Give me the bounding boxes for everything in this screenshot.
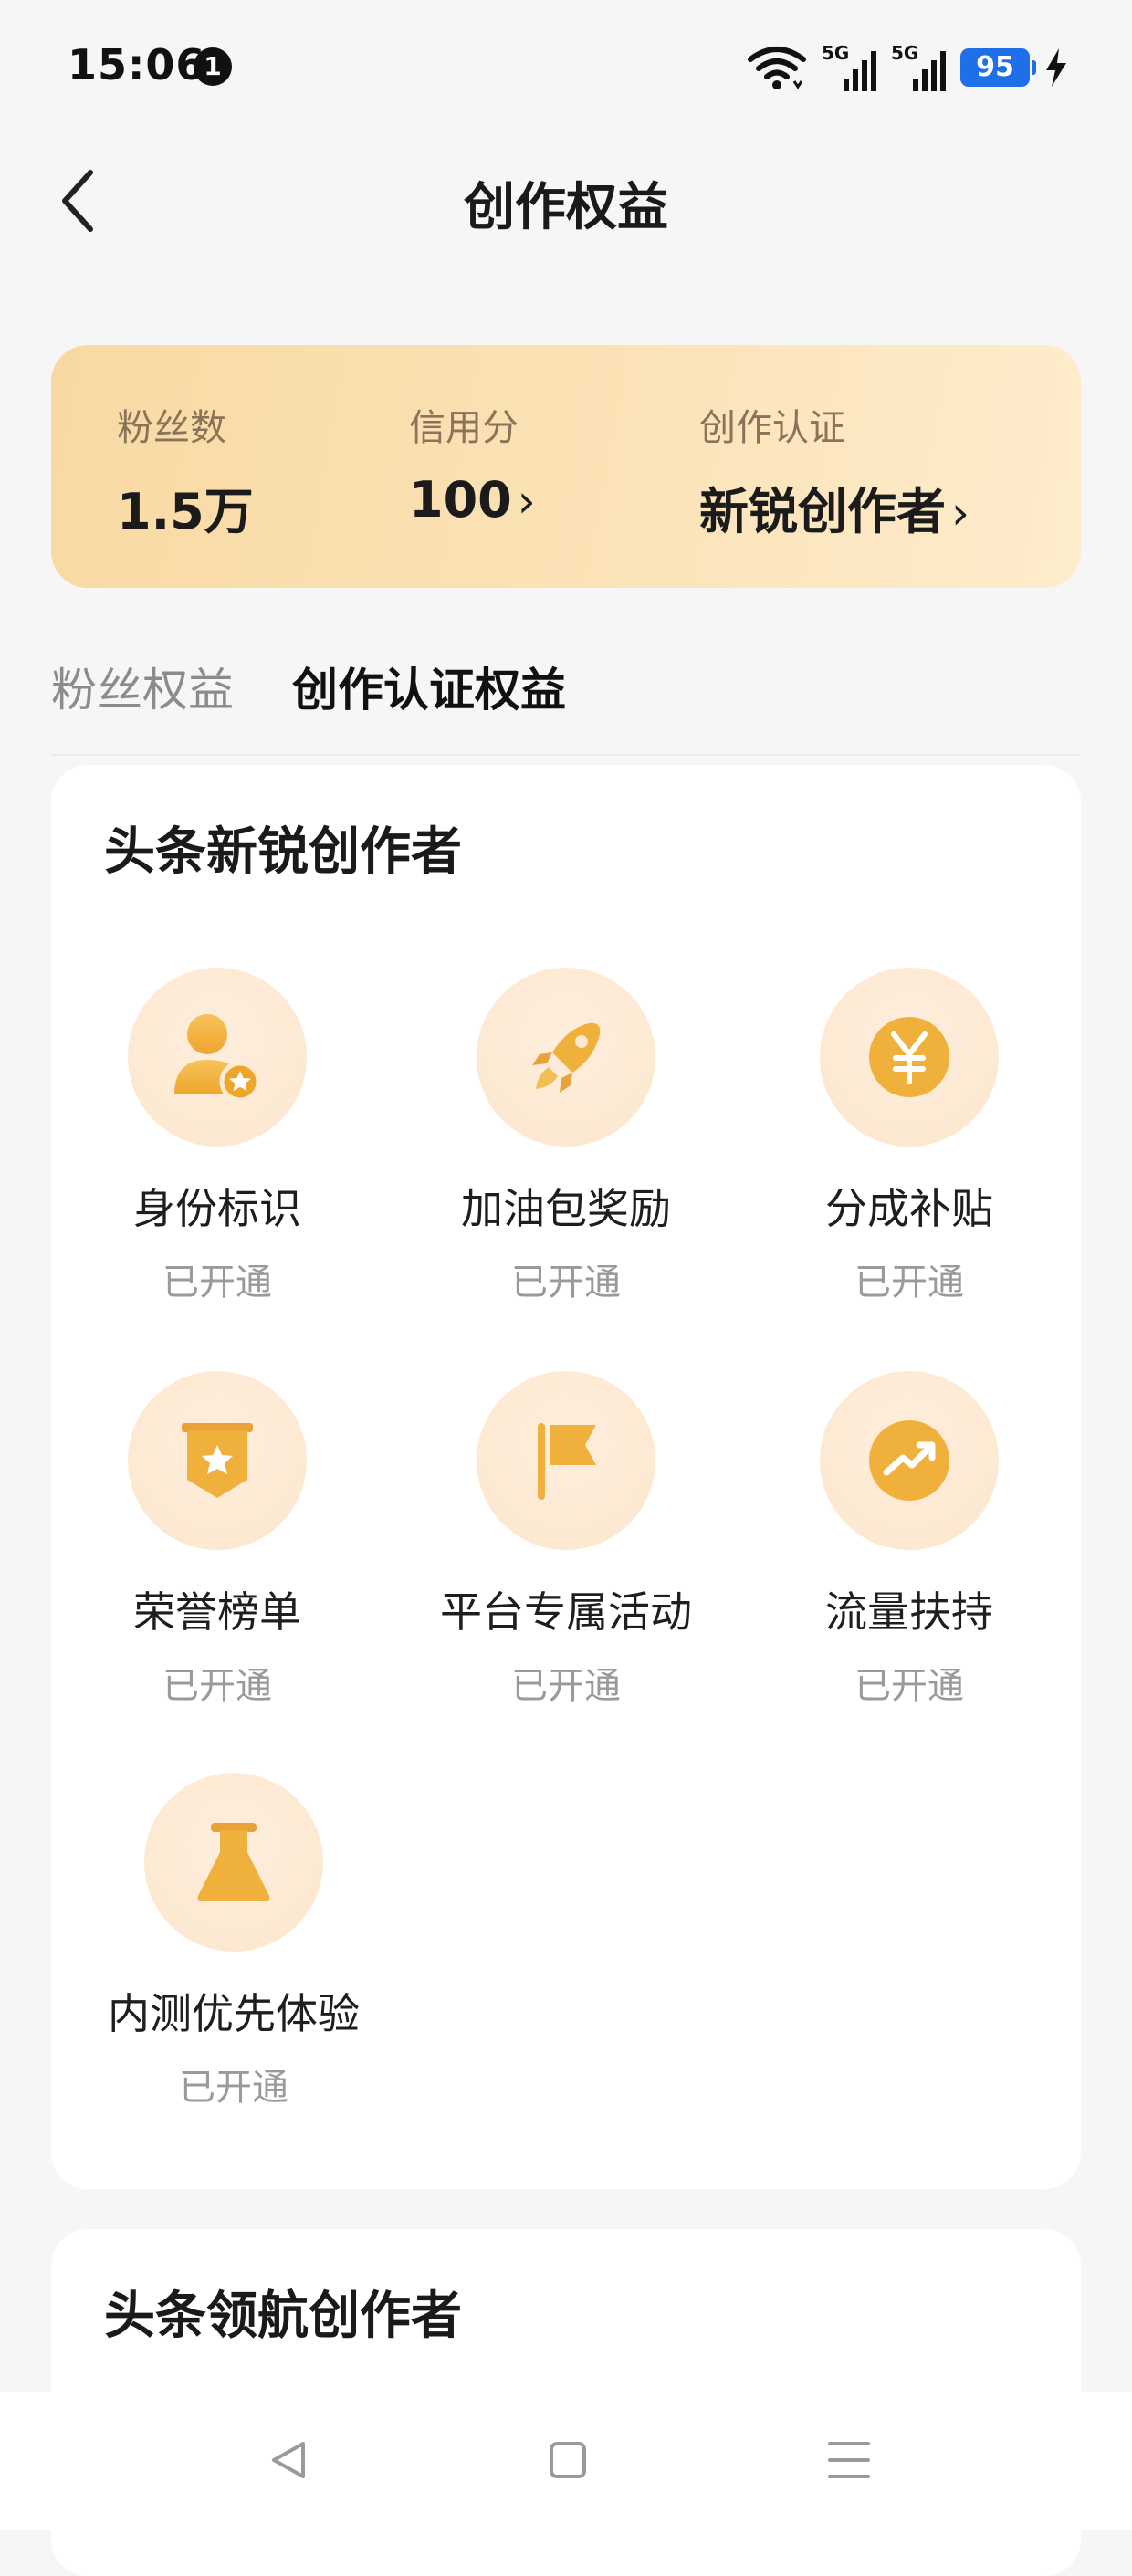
benefit-icon-bg <box>477 1371 655 1550</box>
stat-credit[interactable]: 信用分 100 › <box>409 398 536 529</box>
chevron-right-icon: › <box>517 475 536 528</box>
credit-value-row: 100 › <box>409 471 536 529</box>
menu-lines-icon <box>828 2442 870 2478</box>
benefit-icon-bg <box>820 968 999 1147</box>
stats-card: 粉丝数 1.5万 信用分 100 › 创作认证 新锐创作者 › <box>51 345 1081 588</box>
benefit-label: 平台专属活动 <box>440 1587 692 1637</box>
nav-home-button[interactable] <box>531 2428 604 2492</box>
status-time: 15:06 <box>68 40 206 89</box>
benefit-label: 加油包奖励 <box>461 1184 671 1233</box>
tab-certification-benefits[interactable]: 创作认证权益 <box>292 654 566 719</box>
benefit-status: 已开通 <box>162 1262 272 1304</box>
fans-value: 1.5万 <box>117 483 254 540</box>
flag-icon <box>538 1423 596 1500</box>
benefit-exclusive-events[interactable]: 平台专属活动 已开通 <box>411 1371 721 1709</box>
yuan-coin-icon <box>869 1017 949 1097</box>
benefit-status: 已开通 <box>511 1665 621 1707</box>
tab-fan-benefits[interactable]: 粉丝权益 <box>51 654 234 719</box>
section-title: 头条新锐创作者 <box>104 822 462 882</box>
benefit-label: 内测优先体验 <box>108 1989 360 2038</box>
certification-value: 新锐创作者 <box>699 483 946 540</box>
benefit-label: 荣誉榜单 <box>133 1587 301 1637</box>
triangle-back-icon <box>272 2442 305 2478</box>
flask-icon <box>197 1823 270 1901</box>
stat-fans: 粉丝数 1.5万 <box>117 398 254 543</box>
benefit-boost-reward[interactable]: 加油包奖励 已开通 <box>411 968 721 1305</box>
battery-indicator: 95 <box>960 48 1036 87</box>
section-title: 头条领航创作者 <box>104 2287 462 2346</box>
chevron-right-icon: › <box>951 487 970 539</box>
benefit-status: 已开通 <box>854 1262 964 1304</box>
nav-back-button[interactable] <box>252 2428 325 2492</box>
trend-up-icon <box>869 1420 949 1501</box>
benefit-icon-bg <box>144 1773 323 1952</box>
benefit-status: 已开通 <box>511 1262 621 1304</box>
credit-value: 100 <box>409 471 512 529</box>
status-icons: 5G 5G 95 <box>747 40 1068 95</box>
tabs-divider <box>51 754 1081 756</box>
benefit-status: 已开通 <box>854 1665 964 1707</box>
benefit-revenue-subsidy[interactable]: 分成补贴 已开通 <box>754 968 1064 1305</box>
status-bar: 15:06 1 5G 5G 95 <box>0 0 1132 137</box>
wifi-icon <box>748 47 806 89</box>
benefit-icon-bg <box>128 1371 307 1550</box>
system-navigation-bar <box>0 2392 1132 2530</box>
benefit-status: 已开通 <box>162 1665 272 1707</box>
benefit-status: 已开通 <box>179 2067 288 2109</box>
benefit-icon-bg <box>128 968 307 1147</box>
benefit-icon-bg <box>477 968 655 1147</box>
header: 创作权益 <box>0 137 1132 265</box>
star-shield-icon <box>182 1423 253 1498</box>
benefit-label: 流量扶持 <box>825 1587 993 1637</box>
benefit-traffic-support[interactable]: 流量扶持 已开通 <box>754 1371 1064 1709</box>
benefits-card-rising-creator: 头条新锐创作者 身份标识 已开通 加油包奖励 已开通 分成补贴 已开通 荣誉榜单… <box>51 765 1081 2189</box>
benefit-label: 身份标识 <box>133 1184 301 1233</box>
signal-icon-2: 5G <box>891 42 946 91</box>
notification-badge: 1 <box>194 47 232 86</box>
benefit-identity-badge[interactable]: 身份标识 已开通 <box>62 968 372 1305</box>
square-home-icon <box>550 2442 586 2478</box>
rocket-icon <box>532 1022 601 1093</box>
user-badge-icon <box>174 1014 261 1103</box>
signal-icon-1: 5G <box>822 42 876 91</box>
nav-menu-button[interactable] <box>812 2428 886 2492</box>
certification-label: 创作认证 <box>699 407 845 449</box>
benefit-icon-bg <box>820 1371 999 1550</box>
benefit-tabs: 粉丝权益 创作认证权益 <box>51 654 1081 736</box>
benefit-beta-priority[interactable]: 内测优先体验 已开通 <box>79 1773 389 2110</box>
benefit-label: 分成补贴 <box>825 1184 993 1233</box>
page-title: 创作权益 <box>464 178 668 237</box>
certification-value-row: 新锐创作者 › <box>699 471 970 543</box>
stat-certification[interactable]: 创作认证 新锐创作者 › <box>699 398 970 543</box>
charging-bolt-icon <box>1046 48 1066 87</box>
credit-label: 信用分 <box>409 407 519 449</box>
fans-label: 粉丝数 <box>117 407 226 449</box>
benefit-honor-ranking[interactable]: 荣誉榜单 已开通 <box>62 1371 372 1709</box>
